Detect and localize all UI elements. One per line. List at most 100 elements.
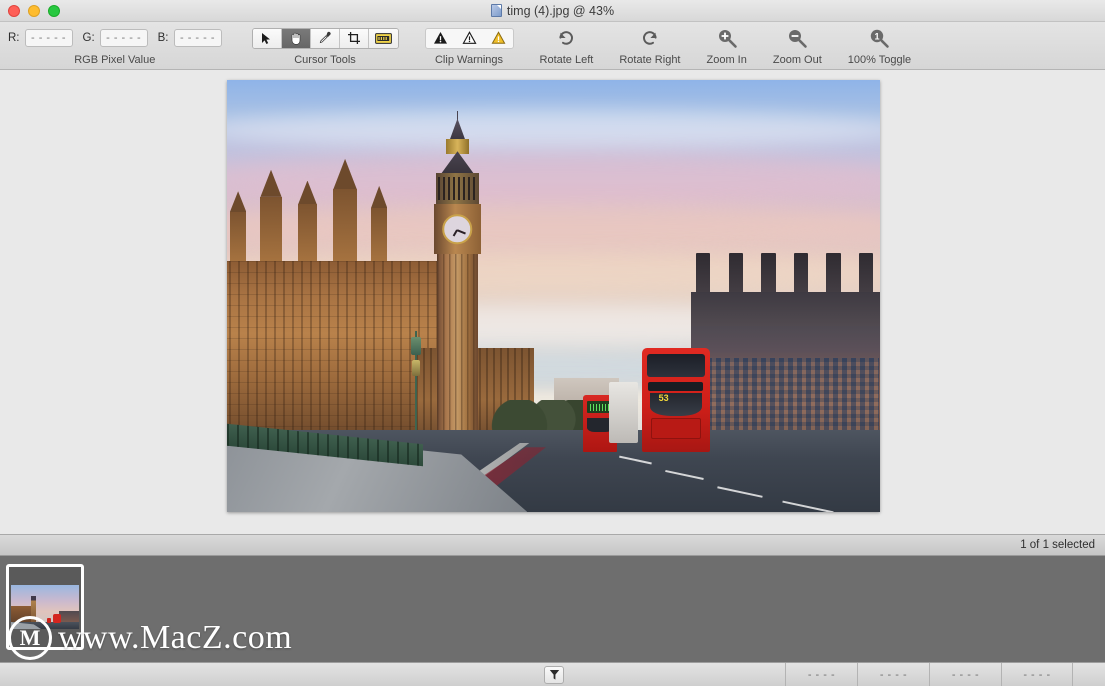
rotate-left-label: Rotate Left [539, 54, 594, 66]
rgb-green-field-group: G: - - - - - [83, 29, 148, 47]
clock-hand-hour [457, 229, 467, 234]
chimney [793, 252, 809, 292]
big-ben-clock-tower [433, 110, 483, 435]
zoom-in-label: Zoom In [706, 54, 747, 66]
svg-text:1: 1 [875, 31, 880, 41]
rotate-right-label: Rotate Right [619, 54, 681, 66]
arrow-tool[interactable] [252, 28, 282, 48]
cursor-tools-label: Cursor Tools [294, 54, 356, 66]
rotate-right-icon [635, 26, 665, 50]
filter-button[interactable] [544, 666, 564, 684]
street-lamp [411, 330, 421, 443]
photo-big-ben-westminster: 53 [227, 80, 880, 512]
zoom-out-button[interactable]: Zoom Out [773, 26, 822, 70]
clip-warning-black[interactable] [426, 31, 455, 45]
title-bar: timg (4).jpg @ 43% [0, 0, 1105, 22]
bus-rear-panel [651, 418, 701, 440]
bus-destination-band [648, 382, 704, 392]
crop-icon [347, 32, 360, 44]
rgb-green-label: G: [82, 32, 95, 44]
clock-hand-minute [453, 229, 459, 237]
eyedropper-icon [319, 31, 331, 44]
clip-warnings-group: Clip Warnings [424, 26, 514, 70]
window-title-group: timg (4).jpg @ 43% [0, 4, 1105, 18]
crop-tool[interactable] [339, 28, 369, 48]
watermark-text: www.MacZ.com [58, 619, 293, 656]
rotate-left-button[interactable]: Rotate Left [539, 26, 594, 70]
rotate-left-icon [551, 26, 581, 50]
thumbnail-image [11, 585, 79, 629]
parliament-tower [298, 180, 317, 262]
image-document-icon [490, 4, 502, 17]
white-van [609, 382, 639, 443]
image-canvas-area[interactable]: 53 [0, 70, 1105, 534]
clip-warnings-control [424, 27, 514, 49]
status-cell-3: - - - - [929, 662, 1001, 686]
status-cell-1: - - - - [785, 662, 857, 686]
cursor-tools-group: Cursor Tools [251, 26, 399, 70]
eyedropper-tool[interactable] [310, 28, 340, 48]
clip-warning-yellow[interactable] [484, 31, 513, 45]
close-button[interactable] [8, 5, 20, 17]
parliament-tower [260, 169, 282, 262]
tower-shaft [436, 253, 479, 435]
warning-triangle-outline-icon [461, 31, 477, 44]
zoom-out-label: Zoom Out [772, 54, 822, 66]
filmstrip-browser[interactable]: M www.MacZ.com [0, 556, 1105, 662]
rgb-blue-value[interactable]: - - - - - [173, 29, 222, 47]
tower-roof [441, 151, 474, 173]
clock-stage [433, 204, 482, 254]
parliament-tower [333, 158, 357, 262]
clock-face [442, 214, 473, 244]
selection-status-bar: 1 of 1 selected [0, 534, 1105, 556]
chimney [859, 252, 874, 292]
main-toolbar: R: - - - - - G: - - - - - B: - - - - - R… [0, 22, 1105, 70]
chimney [728, 252, 743, 292]
magnifier-plus-icon [712, 26, 742, 50]
application-window: timg (4).jpg @ 43% R: - - - - - G: - - -… [0, 0, 1105, 686]
cloud-band [227, 110, 880, 150]
rgb-red-value[interactable]: - - - - - [24, 29, 73, 47]
rgb-pixel-value-label: RGB Pixel Value [74, 54, 156, 66]
zoom-button[interactable] [48, 5, 60, 17]
bus-route-number: 53 [658, 393, 669, 404]
rgb-pixel-value-group: R: - - - - - G: - - - - - B: - - - - - R… [0, 26, 222, 70]
warning-triangle-filled-icon [433, 32, 447, 44]
selection-count-label: 1 of 1 selected [1020, 539, 1095, 551]
window-title: timg (4).jpg @ 43% [506, 3, 615, 18]
hand-tool[interactable] [281, 28, 311, 48]
cursor-tools-segmented-control [251, 27, 399, 49]
clip-warning-outline[interactable] [455, 31, 484, 45]
chimney [695, 252, 711, 292]
traffic-light-buttons [8, 5, 60, 17]
status-cell-2: - - - - [857, 662, 929, 686]
building-windows [698, 357, 879, 430]
minimize-button[interactable] [28, 5, 40, 17]
chimney [761, 252, 776, 292]
bus-upper-window [647, 354, 705, 377]
warning-triangle-yellow-icon [491, 31, 505, 44]
rgb-blue-label: B: [157, 32, 169, 44]
belfry [435, 173, 480, 205]
chimney [826, 252, 841, 292]
funnel-filter-icon [549, 670, 559, 680]
cloud-band [227, 205, 880, 249]
rgb-green-value[interactable]: - - - - - [99, 29, 148, 47]
photo-frame[interactable]: 53 [227, 80, 880, 512]
parliament-tower [370, 185, 388, 262]
rotate-right-button[interactable]: Rotate Right [619, 26, 681, 70]
zoom-100-button[interactable]: 1 100% Toggle [848, 26, 911, 70]
rgb-blue-field-group: B: - - - - - [158, 29, 222, 47]
zoom-in-button[interactable]: Zoom In [707, 26, 747, 70]
red-double-decker-bus: 53 [641, 347, 711, 452]
parliament-tower [229, 191, 247, 262]
thumbnail-timg-4[interactable] [6, 564, 84, 650]
zoom-100-label: 100% Toggle [847, 54, 912, 66]
measure-tool[interactable] [368, 28, 398, 48]
portcullis-house-building [690, 326, 880, 439]
bottom-status-bar: - - - - - - - - - - - - - - - - [0, 662, 1105, 686]
status-cell-4: - - - - [1001, 662, 1073, 686]
hand-icon [291, 32, 300, 45]
arrow-icon [262, 32, 271, 44]
portcullis-house-roof [690, 291, 880, 327]
